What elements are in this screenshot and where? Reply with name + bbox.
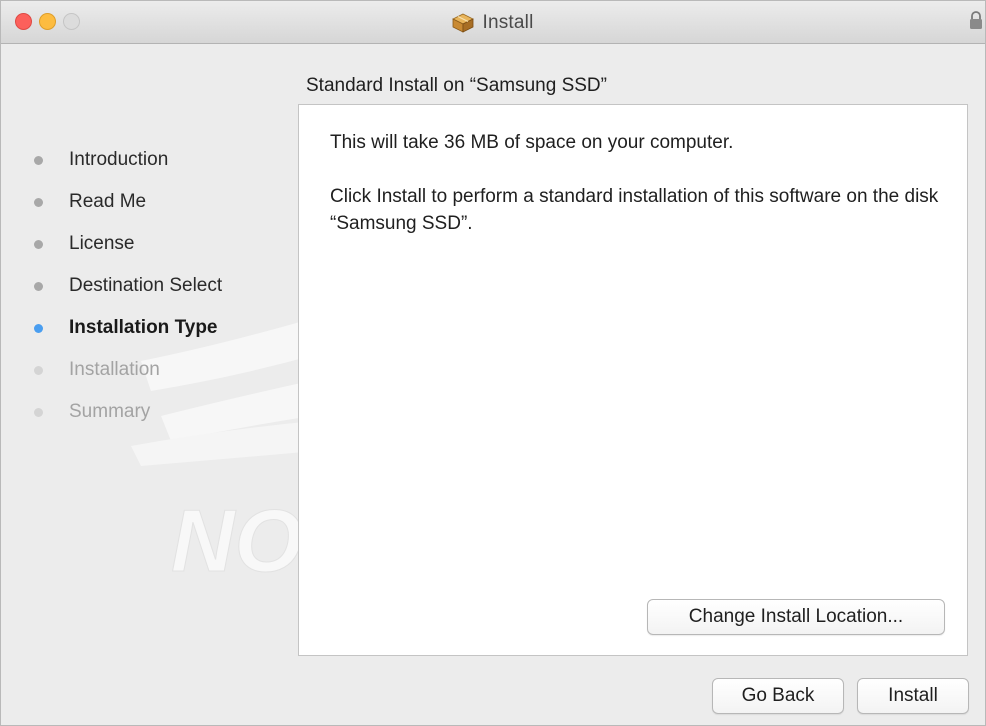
title-bar[interactable]: Install [1,1,985,44]
installer-steps: Introduction Read Me License Destination… [31,139,222,433]
step-label: Introduction [69,149,169,170]
content-pane: This will take 36 MB of space on your co… [298,104,968,656]
step-label: Destination Select [69,275,223,296]
step-bullet [34,407,43,417]
change-install-location-button[interactable]: Change Install Location... [647,599,945,635]
step-label: Installation [69,359,160,380]
step-license: License [31,223,222,265]
step-read-me: Read Me [31,181,222,223]
step-label: Read Me [69,191,147,212]
lock-icon[interactable] [969,10,983,30]
package-icon [452,13,475,33]
step-bullet [34,197,43,207]
step-summary: Summary [31,391,222,433]
space-required-text: This will take 36 MB of space on your co… [330,132,734,153]
step-installation-type: Installation Type [31,307,222,349]
pane-heading: Standard Install on “Samsung SSD” [306,75,607,96]
step-bullet-active [34,323,43,333]
window-title-group: Install [1,1,985,44]
step-label: Installation Type [69,317,218,338]
step-bullet [34,365,43,375]
step-bullet [34,155,43,165]
window-title: Install [482,11,534,33]
step-bullet [34,239,43,249]
step-destination-select: Destination Select [31,265,222,307]
step-installation: Installation [31,349,222,391]
install-instructions-text: Click Install to perform a standard inst… [330,186,939,234]
step-bullet [34,281,43,291]
installer-window: Install NOW Introduction Read Me License… [0,0,986,726]
install-button[interactable]: Install [857,678,969,714]
step-introduction: Introduction [31,139,222,181]
step-label: Summary [69,401,151,422]
go-back-button[interactable]: Go Back [712,678,844,714]
step-label: License [69,233,135,254]
